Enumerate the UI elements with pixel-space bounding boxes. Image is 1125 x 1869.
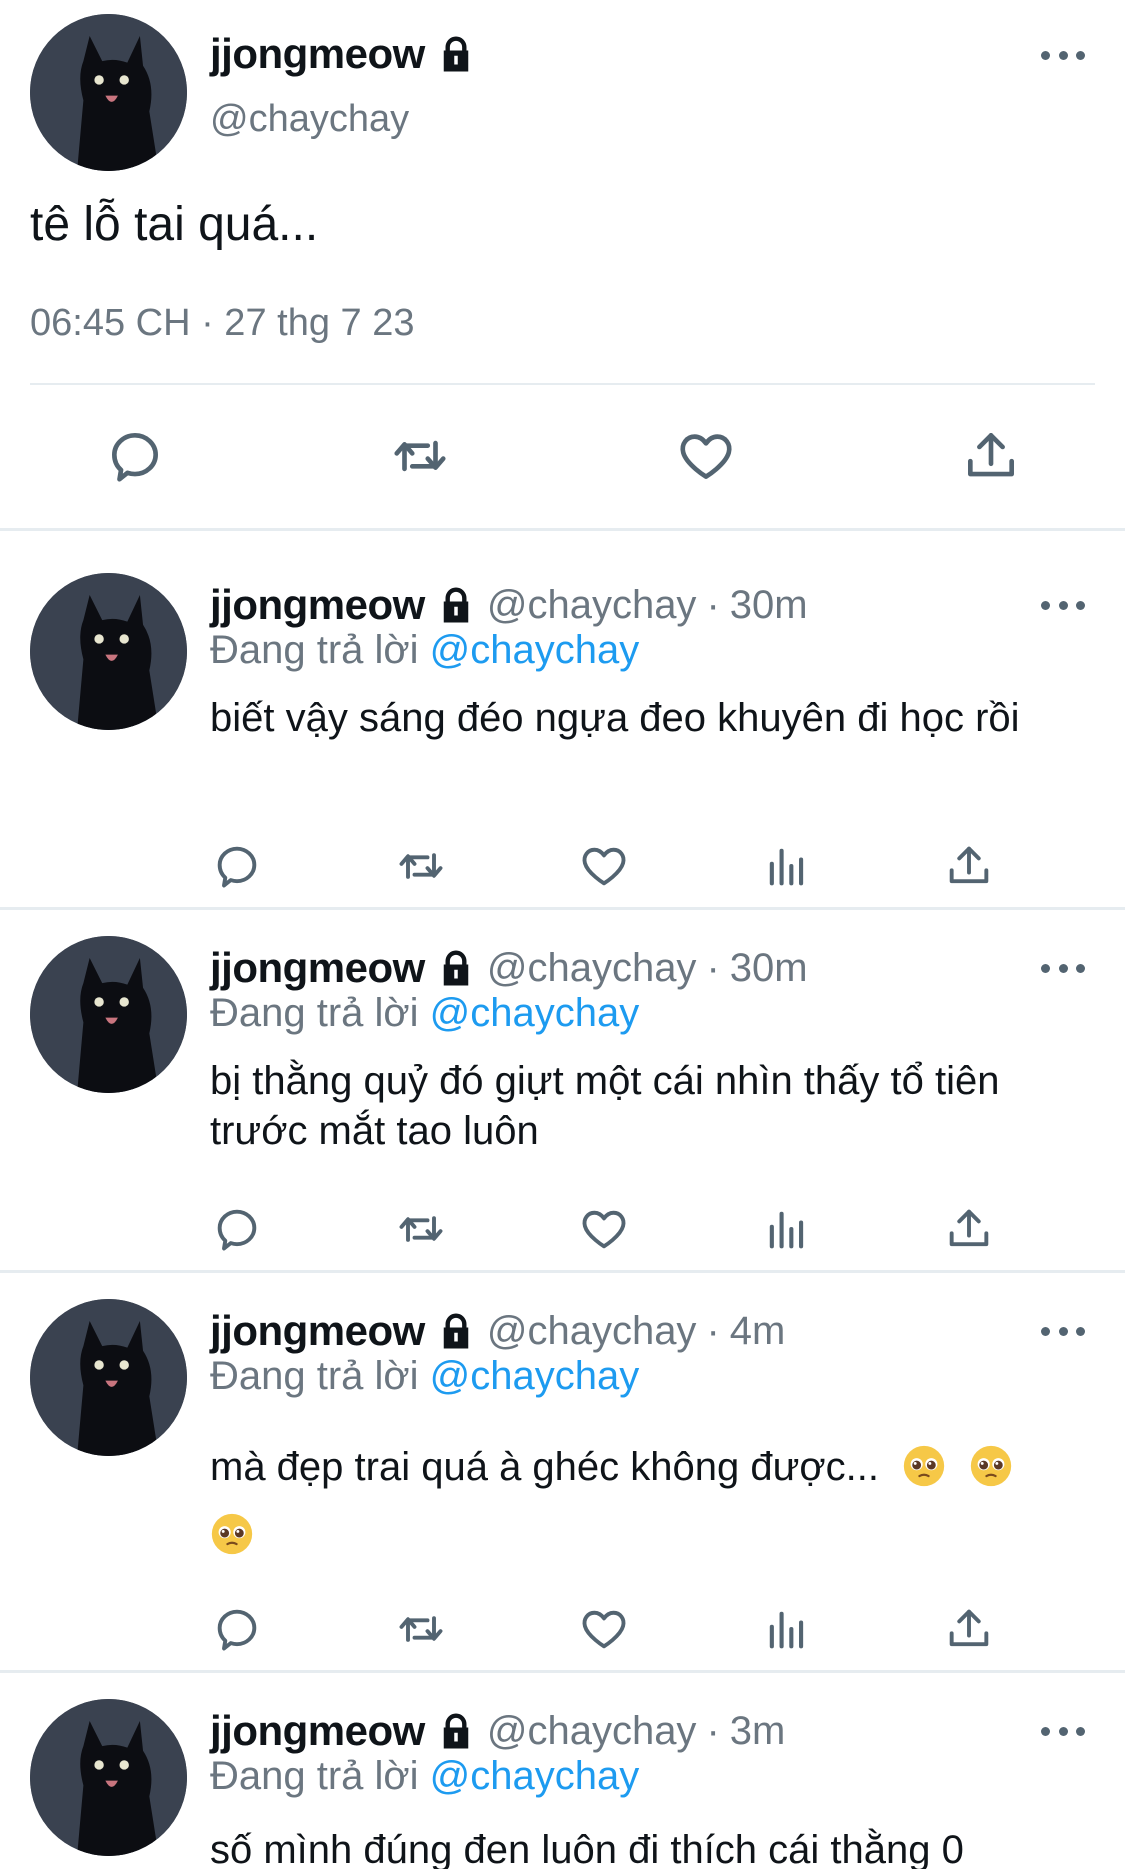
action-bar <box>0 425 1125 495</box>
mention-link[interactable]: @chaychay <box>430 1354 640 1398</box>
avatar[interactable] <box>30 1299 187 1456</box>
like-icon[interactable] <box>578 1203 630 1255</box>
lock-icon <box>435 947 477 989</box>
handle[interactable]: @chaychay <box>487 946 697 991</box>
separator-dot: · <box>706 1308 720 1353</box>
reply-tweet[interactable]: jjongmeow @chaychay · 3m Đang trả lời @c… <box>0 1671 1125 1869</box>
reply-tweet[interactable]: jjongmeow @chaychay · 30m Đang trả lời @… <box>0 908 1125 1270</box>
reply-text: số mình đúng đen luôn đi thích cái thằng… <box>210 1828 964 1869</box>
retweet-icon[interactable] <box>395 1603 447 1655</box>
action-bar <box>0 1203 1125 1259</box>
retweet-icon[interactable] <box>389 425 451 487</box>
divider <box>0 528 1125 531</box>
replying-to: Đang trả lời @chaychay <box>210 1354 639 1399</box>
relative-time[interactable]: 30m <box>730 946 808 991</box>
avatar[interactable] <box>30 936 187 1093</box>
reply-text: bị thằng quỷ đó giựt một cái nhìn thấy t… <box>210 1059 1000 1153</box>
replying-prefix: Đang trả lời <box>210 991 430 1035</box>
reply-icon[interactable] <box>104 425 166 487</box>
avatar[interactable] <box>30 1699 187 1856</box>
reply-header: jjongmeow @chaychay · 3m <box>210 1707 785 1755</box>
replying-prefix: Đang trả lời <box>210 628 430 672</box>
pleading-face-emoji-icon <box>210 1512 254 1556</box>
analytics-icon[interactable] <box>761 1603 813 1655</box>
action-bar <box>0 1603 1125 1659</box>
reply-text: biết vậy sáng đéo ngựa đeo khuyên đi học… <box>210 696 1020 740</box>
share-icon[interactable] <box>960 425 1022 487</box>
reply-text: mà đẹp trai quá à ghéc không được... <box>210 1445 879 1489</box>
more-options-icon[interactable] <box>1041 1321 1085 1341</box>
black-cat-avatar-icon <box>30 14 187 171</box>
more-options-icon[interactable] <box>1041 595 1085 615</box>
reply-header: jjongmeow @chaychay · 30m <box>210 581 808 629</box>
lock-icon <box>435 1310 477 1352</box>
display-name-row: jjongmeow <box>210 30 477 78</box>
relative-time[interactable]: 4m <box>730 1309 786 1354</box>
black-cat-avatar-icon <box>30 1699 187 1856</box>
analytics-icon[interactable] <box>761 1203 813 1255</box>
display-name[interactable]: jjongmeow <box>210 944 425 992</box>
black-cat-avatar-icon <box>30 1299 187 1456</box>
like-icon[interactable] <box>578 1603 630 1655</box>
reply-header: jjongmeow @chaychay · 4m <box>210 1307 785 1355</box>
retweet-icon[interactable] <box>395 840 447 892</box>
relative-time[interactable]: 3m <box>730 1709 786 1754</box>
tweet-timestamp[interactable]: 06:45 CH · 27 thg 7 23 <box>30 302 414 345</box>
display-name[interactable]: jjongmeow <box>210 581 425 629</box>
avatar[interactable] <box>30 14 187 171</box>
reply-text-block: mà đẹp trai quá à ghéc không được... <box>210 1433 1090 1569</box>
display-name[interactable]: jjongmeow <box>210 30 425 78</box>
display-name[interactable]: jjongmeow <box>210 1707 425 1755</box>
display-name[interactable]: jjongmeow <box>210 1307 425 1355</box>
replying-to: Đang trả lời @chaychay <box>210 628 639 673</box>
share-icon[interactable] <box>943 840 995 892</box>
tweet-text: tê lỗ tai quá... <box>30 198 319 251</box>
divider <box>30 383 1095 385</box>
handle[interactable]: @chaychay <box>487 1309 697 1354</box>
more-options-icon[interactable] <box>1041 1721 1085 1741</box>
mention-link[interactable]: @chaychay <box>430 628 640 672</box>
separator-dot: · <box>706 945 720 990</box>
pleading-face-emoji-icon <box>902 1444 946 1488</box>
more-options-icon[interactable] <box>1041 45 1085 65</box>
share-icon[interactable] <box>943 1603 995 1655</box>
replying-prefix: Đang trả lời <box>210 1754 430 1798</box>
separator-dot: · <box>706 1708 720 1753</box>
avatar[interactable] <box>30 573 187 730</box>
more-options-icon[interactable] <box>1041 958 1085 978</box>
replying-prefix: Đang trả lời <box>210 1354 430 1398</box>
reply-header: jjongmeow @chaychay · 30m <box>210 944 808 992</box>
like-icon[interactable] <box>578 840 630 892</box>
separator-dot: · <box>706 582 720 627</box>
handle[interactable]: @chaychay <box>487 583 697 628</box>
analytics-icon[interactable] <box>761 840 813 892</box>
main-tweet: jjongmeow @chaychay tê lỗ tai quá... 06:… <box>0 0 1125 530</box>
replying-to: Đang trả lời @chaychay <box>210 1754 639 1799</box>
lock-icon <box>435 584 477 626</box>
handle[interactable]: @chaychay <box>487 1709 697 1754</box>
reply-icon[interactable] <box>211 1603 263 1655</box>
mention-link[interactable]: @chaychay <box>430 1754 640 1798</box>
reply-icon[interactable] <box>211 1203 263 1255</box>
handle[interactable]: @chaychay <box>210 98 409 141</box>
replying-to: Đang trả lời @chaychay <box>210 991 639 1036</box>
reply-tweet[interactable]: jjongmeow @chaychay · 4m Đang trả lời @c… <box>0 1271 1125 1670</box>
mention-link[interactable]: @chaychay <box>430 991 640 1035</box>
lock-icon <box>435 33 477 75</box>
pleading-face-emoji-icon <box>969 1444 1013 1488</box>
reply-icon[interactable] <box>211 840 263 892</box>
like-icon[interactable] <box>675 425 737 487</box>
share-icon[interactable] <box>943 1203 995 1255</box>
black-cat-avatar-icon <box>30 936 187 1093</box>
reply-tweet[interactable]: jjongmeow @chaychay · 30m Đang trả lời @… <box>0 545 1125 907</box>
black-cat-avatar-icon <box>30 573 187 730</box>
relative-time[interactable]: 30m <box>730 583 808 628</box>
lock-icon <box>435 1710 477 1752</box>
action-bar <box>0 840 1125 896</box>
retweet-icon[interactable] <box>395 1203 447 1255</box>
